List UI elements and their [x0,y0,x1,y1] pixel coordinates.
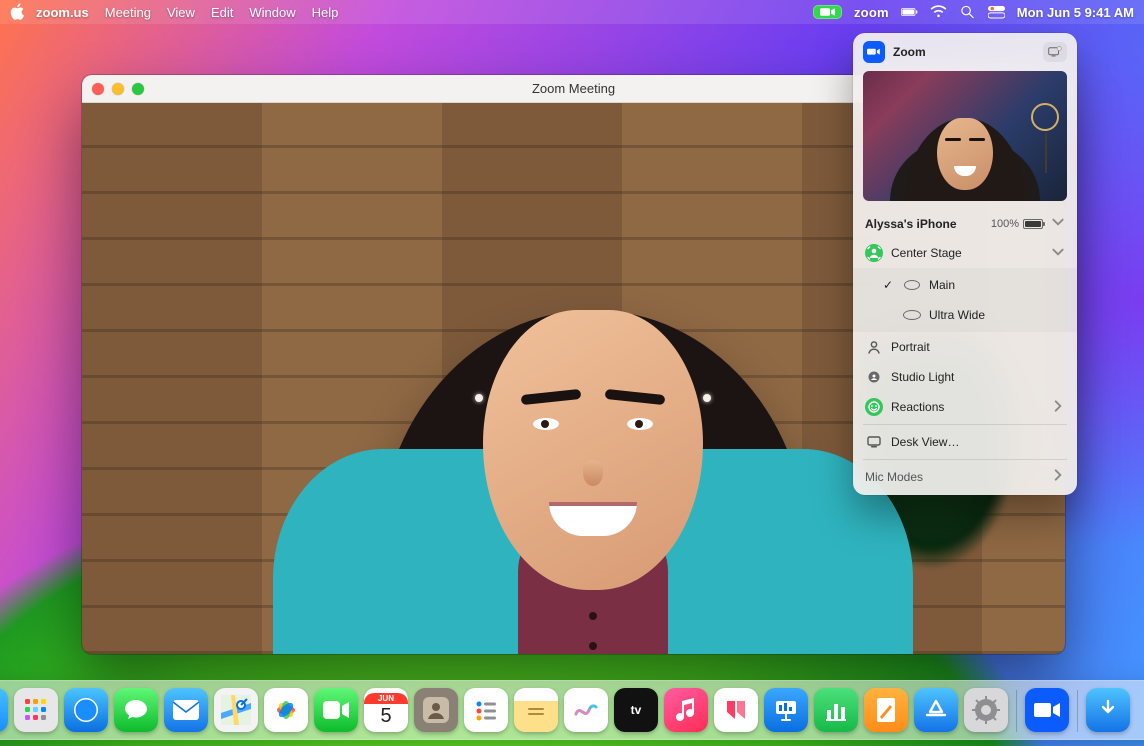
dock-photos[interactable] [264,688,308,732]
apple-logo-icon[interactable] [10,3,24,21]
studio-light-label: Studio Light [891,370,1065,384]
menu-view[interactable]: View [167,5,195,20]
dock-music[interactable] [664,688,708,732]
macos-menubar: zoom.us Meeting View Edit Window Help zo… [0,0,1144,24]
lens-ultrawide-option[interactable]: Ultra Wide [853,300,1077,330]
panel-header: Zoom [853,33,1077,71]
lens-main-option[interactable]: ✓ Main [853,270,1077,300]
chevron-right-icon [1051,468,1065,485]
dock-maps[interactable] [214,688,258,732]
dock-safari[interactable] [64,688,108,732]
lens-icon [903,306,921,324]
center-stage-icon [865,244,883,262]
desk-view-row[interactable]: Desk View… [853,427,1077,457]
menubar-camera-active-indicator[interactable] [813,5,842,19]
menu-edit[interactable]: Edit [211,5,233,20]
reactions-row[interactable]: Reactions [853,392,1077,422]
dock-mail[interactable] [164,688,208,732]
desk-view-label: Desk View… [891,435,1065,449]
dock-separator [1077,690,1078,732]
calendar-day-label: 5 [380,704,391,728]
video-effects-panel: Zoom Alyssa's iPhone 100% Center Stage [853,33,1077,495]
dock-freeform[interactable] [564,688,608,732]
zoom-app-icon [863,41,885,63]
menubar-clock[interactable]: Mon Jun 5 9:41 AM [1017,5,1134,20]
device-name: Alyssa's iPhone [865,217,983,231]
menubar-active-app-label[interactable]: zoom [854,5,889,20]
device-battery-status: 100% [991,218,1043,230]
spotlight-icon[interactable] [959,5,976,19]
mic-modes-label: Mic Modes [865,470,1043,484]
lens-ultrawide-label: Ultra Wide [929,308,1065,322]
dock-notes[interactable] [514,688,558,732]
reactions-icon [865,398,883,416]
menu-meeting[interactable]: Meeting [105,5,151,20]
dock-calendar[interactable]: JUN 5 [364,688,408,732]
dock-appstore[interactable] [914,688,958,732]
dock-downloads[interactable] [1086,688,1130,732]
window-close-button[interactable] [92,83,104,95]
panel-disconnect-button[interactable] [1043,42,1067,62]
dock-tv[interactable]: tv [614,688,658,732]
camera-preview-thumbnail [863,71,1067,201]
window-minimize-button[interactable] [112,83,124,95]
portrait-icon [865,338,883,356]
reactions-label: Reactions [891,400,1043,414]
battery-icon[interactable] [901,5,918,19]
desktop-wallpaper: zoom.us Meeting View Edit Window Help zo… [0,0,1144,746]
menubar-app-name[interactable]: zoom.us [36,5,89,20]
desk-view-icon [865,433,883,451]
dock-settings[interactable] [964,688,1008,732]
panel-app-label: Zoom [893,45,1035,59]
center-stage-row[interactable]: Center Stage [853,238,1077,268]
portrait-effect-row[interactable]: Portrait [853,332,1077,362]
dock-news[interactable] [714,688,758,732]
window-traffic-lights [92,83,144,95]
mic-modes-row[interactable]: Mic Modes [853,462,1077,495]
studio-light-icon [865,368,883,386]
control-center-icon[interactable] [988,5,1005,19]
dock-pages[interactable] [864,688,908,732]
calendar-month-label: JUN [364,693,408,704]
window-fullscreen-button[interactable] [132,83,144,95]
dock-numbers[interactable] [814,688,858,732]
lens-main-label: Main [929,278,1065,292]
checkmark-icon: ✓ [881,278,895,292]
dock-separator [1016,690,1017,732]
chevron-down-icon [1051,215,1065,232]
menu-window[interactable]: Window [249,5,295,20]
center-stage-label: Center Stage [891,246,1043,260]
dock-contacts[interactable] [414,688,458,732]
chevron-right-icon [1051,399,1065,416]
dock-facetime[interactable] [314,688,358,732]
chevron-down-icon [1051,245,1065,262]
macos-dock: 🙂 JUN 5 tv [0,680,1144,740]
dock-keynote[interactable] [764,688,808,732]
wifi-icon[interactable] [930,5,947,19]
menu-help[interactable]: Help [312,5,339,20]
dock-launchpad[interactable] [14,688,58,732]
dock-messages[interactable] [114,688,158,732]
dock-finder[interactable]: 🙂 [0,688,8,732]
window-title: Zoom Meeting [532,81,615,96]
portrait-label: Portrait [891,340,1065,354]
dock-reminders[interactable] [464,688,508,732]
studio-light-row[interactable]: Studio Light [853,362,1077,392]
device-row[interactable]: Alyssa's iPhone 100% [853,209,1077,238]
dock-trash[interactable] [1136,688,1144,732]
lens-icon [903,276,921,294]
dock-zoom[interactable] [1025,688,1069,732]
